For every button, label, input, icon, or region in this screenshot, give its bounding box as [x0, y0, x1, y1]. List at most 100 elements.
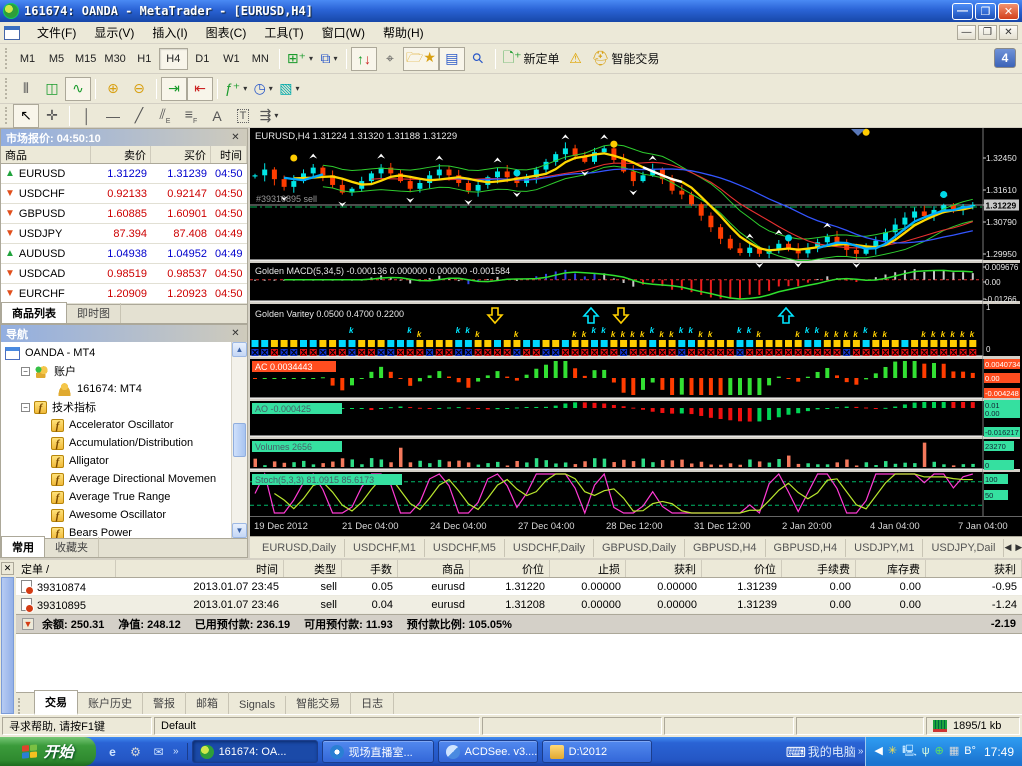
chart-window-tab[interactable]: GBPUSD,H4: [766, 539, 847, 557]
horizontal-line-button[interactable]: —: [100, 104, 126, 128]
task-button[interactable]: 161674: OA...: [192, 740, 318, 763]
orders-col-header[interactable]: 时间: [116, 560, 284, 577]
order-row[interactable]: 393108742013.01.07 23:45sell0.05eurusd1.…: [16, 578, 1022, 596]
orders-col-header[interactable]: 价位: [702, 560, 782, 577]
chart-window-tab[interactable]: USDJPY,Dail: [923, 539, 1004, 557]
chart-window-icon[interactable]: [4, 26, 20, 40]
price-chart[interactable]: EURUSD,H4 1.31224 1.31320 1.31188 1.3122…: [250, 128, 1020, 516]
nav-indicator[interactable]: fAlligator: [1, 452, 231, 470]
minimize-button[interactable]: —: [952, 3, 973, 20]
market-watch-tab[interactable]: 商品列表: [1, 302, 67, 323]
task-button[interactable]: ACDSee. v3....: [438, 740, 538, 763]
market-watch-col-header[interactable]: 卖价: [91, 146, 151, 163]
chart-window-tab[interactable]: GBPUSD,Daily: [594, 539, 685, 557]
market-watch-row[interactable]: ▼USDCAD0.985190.9853704:50: [1, 264, 247, 284]
hide-icons-chevron[interactable]: ◀: [874, 746, 882, 757]
navigator-scrollbar[interactable]: ▲ ▼: [231, 342, 247, 538]
profiles-button[interactable]: ⧉▾: [316, 47, 342, 71]
internet-explorer-icon[interactable]: e: [104, 743, 121, 760]
child-minimize-button[interactable]: —: [957, 25, 976, 40]
task-button[interactable]: D:\2012: [542, 740, 652, 763]
terminal-tabs-grip[interactable]: [18, 698, 30, 714]
collapse-icon[interactable]: −: [21, 367, 30, 376]
scroll-up-icon[interactable]: ▲: [232, 342, 247, 357]
close-button[interactable]: ✕: [998, 3, 1019, 20]
orders-col-header[interactable]: 定单 /: [16, 560, 116, 577]
nav-root[interactable]: OANDA - MT4: [1, 344, 231, 362]
market-watch-tab[interactable]: 即时图: [67, 303, 121, 323]
text-button[interactable]: A: [204, 104, 230, 128]
terminal-tab[interactable]: 邮箱: [186, 692, 229, 714]
tray-updates-icon[interactable]: ⊕: [935, 746, 944, 757]
terminal-toggle[interactable]: ▤: [439, 47, 465, 71]
chart-window-tab[interactable]: EURUSD,Daily: [254, 539, 345, 557]
new-order-button[interactable]: 🗋⁺新定单: [500, 47, 563, 71]
orders-col-header[interactable]: 商品: [398, 560, 470, 577]
order-row[interactable]: 393108952013.01.07 23:46sell0.04eurusd1.…: [16, 596, 1022, 614]
market-watch-title-bar[interactable]: 市场报价: 04:50:10 ✕: [1, 129, 247, 146]
market-watch-row[interactable]: ▼USDJPY87.39487.40804:49: [1, 224, 247, 244]
title-bar[interactable]: 161674: OANDA - MetaTrader - [EURUSD,H4]…: [0, 0, 1022, 22]
cursor-button[interactable]: ↖: [13, 104, 39, 128]
menu-item-4[interactable]: 工具(T): [255, 23, 312, 43]
navigator-tab[interactable]: 收藏夹: [45, 537, 99, 557]
orders-col-header[interactable]: 手续费: [782, 560, 856, 577]
timeframe-mn[interactable]: MN: [246, 48, 275, 70]
zoom-out-button[interactable]: ⊖: [126, 77, 152, 101]
scroll-down-icon[interactable]: ▼: [232, 523, 247, 538]
nav-indicator[interactable]: fAverage True Range: [1, 488, 231, 506]
menu-item-0[interactable]: 文件(F): [28, 23, 85, 43]
trendline-button[interactable]: ╱: [126, 104, 152, 128]
task-button[interactable]: 现场直播室...: [322, 740, 434, 763]
overflow-chevron-icon[interactable]: »: [173, 746, 179, 757]
market-watch-row[interactable]: ▲AUDUSD1.049381.0495204:49: [1, 244, 247, 264]
language-bar-label[interactable]: 我的电脑: [808, 743, 856, 760]
start-button[interactable]: 开始: [0, 737, 96, 766]
menu-item-5[interactable]: 窗口(W): [313, 23, 374, 43]
equidistant-channel-button[interactable]: ⫽E: [152, 104, 178, 128]
menu-item-6[interactable]: 帮助(H): [374, 23, 433, 43]
tray-network-icon[interactable]: 🖳: [902, 746, 917, 757]
navigator-tab[interactable]: 常用: [1, 536, 45, 557]
fibonacci-button[interactable]: ≡F: [178, 104, 204, 128]
navigator-title-bar[interactable]: 导航 ✕: [1, 325, 247, 342]
nav-indicator[interactable]: fAccumulation/Distribution: [1, 434, 231, 452]
crosshair-button[interactable]: ✛: [39, 104, 65, 128]
chart-window-tab[interactable]: USDCHF,M1: [345, 539, 425, 557]
community-badge[interactable]: 4: [994, 48, 1016, 68]
tray-signal-icon[interactable]: ψ: [922, 746, 930, 757]
collapse-icon[interactable]: −: [21, 403, 30, 412]
zoom-in-button[interactable]: ⊕: [100, 77, 126, 101]
navigator-toggle[interactable]: 🗁★: [403, 47, 439, 71]
periods-button[interactable]: ◷▾: [250, 77, 276, 101]
toolbar-grip[interactable]: [5, 78, 10, 100]
toolbar-grip[interactable]: [5, 107, 10, 124]
menu-item-3[interactable]: 图表(C): [197, 23, 256, 43]
line-chart-button[interactable]: ∿: [65, 77, 91, 101]
timeframe-m5[interactable]: M5: [42, 48, 71, 70]
market-watch-row[interactable]: ▼EURCHF1.209091.2092304:50: [1, 284, 247, 304]
chart-window-tab[interactable]: USDJPY,M1: [846, 539, 923, 557]
terminal-drag-strip[interactable]: [1, 577, 14, 714]
templates-button[interactable]: ▧▾: [276, 77, 302, 101]
vertical-line-button[interactable]: │: [74, 104, 100, 128]
timeframe-m30[interactable]: M30: [100, 48, 129, 70]
terminal-tab[interactable]: 智能交易: [286, 692, 351, 714]
nav-indicator[interactable]: fAwesome Oscillator: [1, 506, 231, 524]
orders-col-header[interactable]: 获利: [626, 560, 702, 577]
market-watch-col-header[interactable]: 时间: [211, 146, 247, 163]
tray-monitor-icon[interactable]: ▦: [949, 746, 959, 757]
scroll-thumb[interactable]: [233, 423, 246, 457]
child-restore-button[interactable]: ❐: [978, 25, 997, 40]
mail-icon[interactable]: ✉: [150, 743, 167, 760]
arrows-button[interactable]: ⇶▾: [256, 104, 282, 128]
timeframe-h1[interactable]: H1: [130, 48, 159, 70]
chart-window-tab[interactable]: USDCHF,Daily: [505, 539, 594, 557]
nav-account[interactable]: 161674: MT4: [1, 380, 231, 398]
timeframe-d1[interactable]: D1: [188, 48, 217, 70]
market-watch-row[interactable]: ▲EURUSD1.312291.3123904:50: [1, 164, 247, 184]
terminal-tab[interactable]: Signals: [229, 696, 286, 714]
menu-item-1[interactable]: 显示(V): [85, 23, 143, 43]
market-watch-row[interactable]: ▼GBPUSD1.608851.6090104:50: [1, 204, 247, 224]
terminal-tab[interactable]: 账户历史: [78, 692, 143, 714]
